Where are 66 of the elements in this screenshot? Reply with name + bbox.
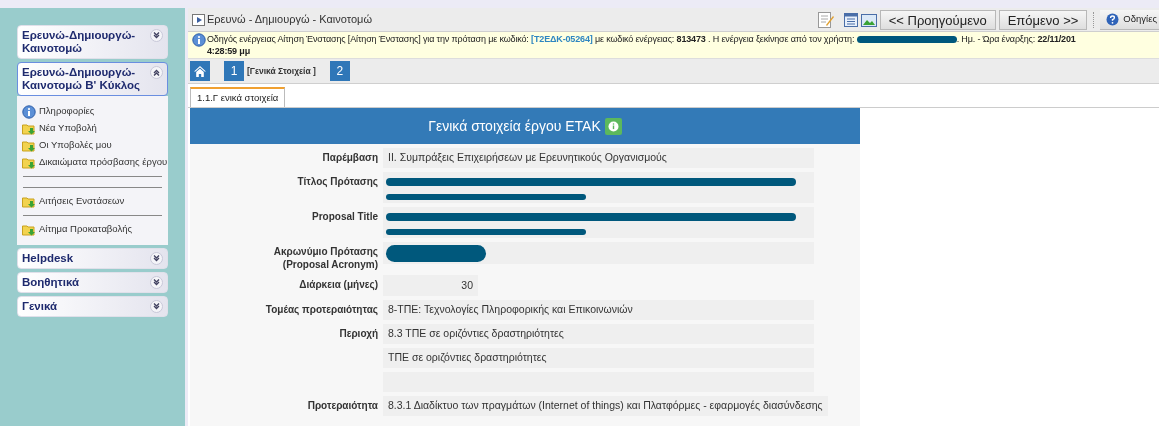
- field-label: Παρέμβαση: [321, 151, 378, 164]
- section-title: Ερευνώ-Δημιουργώ-Καινοτομώ: [22, 29, 137, 55]
- field-value: 8-ΤΠΕ: Τεχνολογίες Πληροφορικής και Επικοινωνιών: [383, 300, 814, 320]
- window-title: Ερευνώ - Δημιουργώ - Καινοτομώ: [207, 12, 372, 28]
- info-text: . Η ενέργεια ξεκίνησε από τον χρήστη:: [707, 33, 856, 45]
- folder-icon: [22, 223, 36, 236]
- edit-note-icon[interactable]: [816, 10, 835, 29]
- field-label: Ακρωνύμιο Πρότασης (Proposal Acronym): [272, 245, 378, 271]
- step-button[interactable]: 2: [329, 61, 350, 81]
- table-icon[interactable]: [843, 12, 858, 27]
- expand-icon[interactable]: [150, 252, 163, 265]
- sidebar-item[interactable]: Αιτήσεις Ενστάσεων: [22, 194, 163, 209]
- field-label: Προτεραιότητα: [306, 399, 378, 412]
- expand-icon[interactable]: [150, 276, 163, 289]
- collapse-icon[interactable]: [150, 66, 163, 79]
- field-label: Περιοχή: [338, 327, 378, 340]
- step-button[interactable]: 1: [224, 61, 244, 81]
- folder-icon: [22, 156, 36, 169]
- image-icon[interactable]: [860, 12, 877, 27]
- sidebar-item[interactable]: Οι Υποβολές μου: [22, 138, 163, 153]
- info-value: 22/11/201: [1037, 33, 1076, 45]
- sidebar-section-header[interactable]: Helpdesk: [17, 248, 168, 269]
- info-value: 813473: [676, 33, 706, 45]
- field-value: 8.3 ΤΠΕ σε οριζόντιες δραστηριότητες: [383, 324, 814, 344]
- field-label: Proposal Title: [311, 210, 378, 223]
- field-value: 8.3.1 Διαδίκτυο των πραγμάτων (Internet of things) και Πλατφόρμες - εφαρμογές διασύνδεσης: [383, 396, 828, 416]
- section-title: Γενικά: [22, 300, 59, 313]
- expand-icon[interactable]: [150, 300, 163, 313]
- help-icon: [1106, 12, 1120, 26]
- section-title: Ερευνώ-Δημιουργώ-Καινοτομώ Β' Κύκλος: [22, 66, 142, 92]
- expand-icon[interactable]: [150, 29, 163, 42]
- next-button[interactable]: Επόμενο >>: [998, 9, 1088, 30]
- info-icon[interactable]: [604, 117, 622, 135]
- tab[interactable]: 1.1.Γ ενικά στοιχεία: [190, 87, 286, 107]
- info-text: . Ημ. - Ώρα έναρξης:: [956, 33, 1037, 45]
- sidebar-section-header[interactable]: Βοηθητικά: [17, 272, 168, 293]
- info-text: Οδηγός ενέργειας Αίτηση Ένστασης [Αίτηση Ένστασης] για την πρόταση με κωδικό:: [207, 33, 530, 45]
- folder-icon: [22, 195, 36, 208]
- field-label: Τίτλος Πρότασης: [296, 175, 378, 188]
- field-value: 30: [383, 275, 478, 296]
- field-value: ΤΠΕ σε οριζόντιες δραστηριότητες: [383, 348, 814, 368]
- sidebar-section-header[interactable]: Ερευνώ-Δημιουργώ-Καινοτομώ Β' Κύκλος: [17, 62, 168, 96]
- home-icon: [193, 64, 207, 78]
- proposal-code: [Τ2ΕΔΚ-05264]: [531, 33, 593, 45]
- sidebar-item[interactable]: Νέα Υποβολή: [22, 121, 163, 136]
- sidebar-item[interactable]: Πληροφορίες: [22, 104, 163, 119]
- window-icon: [192, 12, 206, 27]
- sidebar-section-header[interactable]: Γενικά: [17, 296, 168, 317]
- form-title: Γενικά στοιχεία έργου ΕΤΑΚ: [428, 116, 601, 136]
- field-label: Τομέας προτεραιότητας: [264, 303, 378, 316]
- help-button[interactable]: Οδηγίες: [1100, 9, 1159, 30]
- field-label: Διάρκεια (μήνες): [298, 278, 378, 291]
- sidebar-section-header[interactable]: Ερευνώ-Δημιουργώ-Καινοτομώ: [17, 25, 168, 59]
- info-time: 4:28:59 μμ: [207, 45, 252, 57]
- home-button[interactable]: [190, 61, 210, 81]
- info-icon: [22, 104, 36, 119]
- previous-button[interactable]: << Προηγούμενο: [879, 9, 996, 30]
- section-title: Helpdesk: [22, 252, 75, 265]
- field-value: ΙΙ. Συμπράξεις Επιχειρήσεων με Ερευνητικούς Οργανισμούς: [383, 148, 814, 168]
- step-label: [Γενικά Στοιχεία ]: [247, 64, 316, 78]
- folder-icon: [22, 122, 36, 135]
- section-title: Βοηθητικά: [22, 276, 81, 289]
- folder-icon: [22, 139, 36, 152]
- sidebar-item[interactable]: Αίτημα Προκαταβολής: [22, 222, 163, 237]
- info-text: με κωδικό ενέργειας:: [593, 33, 676, 45]
- info-icon: [192, 33, 206, 47]
